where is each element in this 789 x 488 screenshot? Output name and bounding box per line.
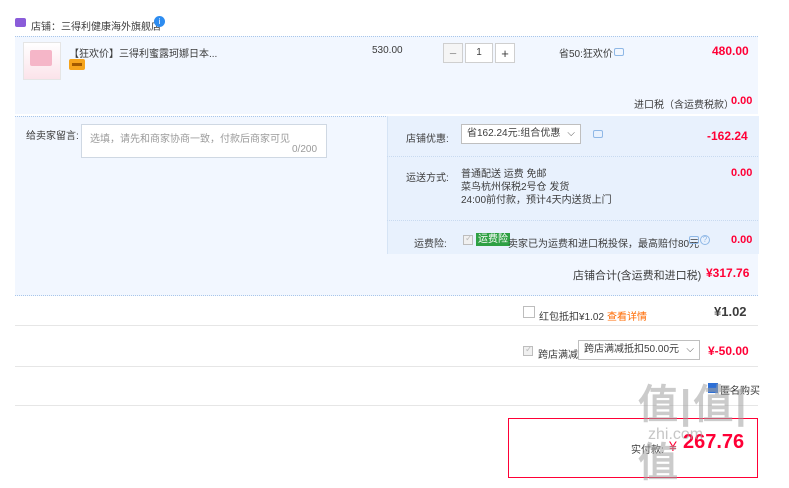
divider: [387, 220, 758, 221]
card-icon: [69, 59, 85, 70]
decrease-button[interactable]: −: [443, 43, 463, 63]
shipping-label: 运送方式:: [406, 173, 449, 184]
insurance-tag: 运费险: [476, 233, 510, 246]
insurance-desc: 卖家已为运费和进口税投保，最高赔付80元: [508, 239, 700, 250]
cross-store-label: 跨店满减: [538, 350, 578, 361]
shipping-details: 普通配送 运费 免邮 菜鸟杭州保税2号仓 发货 24:00前付款，预计4天内送货…: [461, 168, 612, 207]
redpack-label: 红包抵扣¥1.02: [539, 312, 605, 323]
shipping-value: 0.00: [731, 167, 753, 179]
shop-name[interactable]: 店铺：三得利健康海外旗舰店: [31, 18, 161, 33]
view-details-link[interactable]: 查看详情: [607, 308, 647, 323]
chat-icon[interactable]: [593, 130, 603, 138]
shop-subtotal-value: ¥317.76: [706, 266, 750, 280]
shop-icon: [15, 18, 26, 27]
help-icon[interactable]: ?: [700, 235, 710, 245]
shop-promo-label: 店铺优惠:: [406, 134, 449, 145]
cross-store-selected: 跨店满减抵扣50.00元: [584, 344, 680, 355]
shop-subtotal-label: 店铺合计(含运费和进口税): [573, 270, 702, 282]
watermark-site: zhi.com: [648, 426, 704, 443]
cross-store-select[interactable]: 跨店满减抵扣50.00元 ⌵: [578, 340, 700, 360]
shop-promo-select[interactable]: 省162.24元:组合优惠 ⌵: [461, 124, 581, 144]
shipping-method: 普通配送 运费 免邮: [461, 169, 547, 180]
chat-icon[interactable]: [689, 236, 699, 244]
discount-note: 省50:狂欢价: [559, 49, 613, 60]
chevron-down-icon: ⌵: [686, 344, 694, 355]
cross-store-value: ¥-50.00: [708, 344, 749, 358]
chat-icon[interactable]: [614, 48, 624, 56]
cross-store-checkbox[interactable]: [523, 344, 533, 356]
redpack-value: ¥1.02: [714, 304, 747, 319]
message-label: 给卖家留言:: [26, 131, 79, 142]
divider: [387, 156, 758, 157]
shop-promo-selected: 省162.24元:组合优惠: [467, 128, 561, 139]
quantity-input[interactable]: 1: [465, 43, 493, 63]
message-placeholder: 选填，请先和商家协商一致，付款后商家可见: [90, 134, 290, 145]
item-total: 480.00: [712, 44, 749, 58]
increase-button[interactable]: +: [495, 43, 515, 63]
item-title[interactable]: 【狂欢价】三得利蜜露珂娜日本...: [69, 45, 217, 60]
divider: [15, 366, 758, 367]
unit-price: 530.00: [372, 45, 403, 56]
redpack-checkbox[interactable]: [523, 306, 535, 318]
shop-promo-value: -162.24: [707, 129, 748, 143]
insurance-label: 运费险:: [414, 239, 447, 250]
message-char-count: 0/200: [292, 144, 318, 155]
info-badge-icon[interactable]: i: [154, 16, 165, 27]
chevron-down-icon: ⌵: [567, 128, 575, 139]
insurance-value: 0.00: [731, 234, 753, 246]
shipping-warehouse: 菜鸟杭州保税2号仓 发货: [461, 182, 570, 193]
tax-label: 进口税（含运费税款）: [634, 100, 734, 111]
tax-value: 0.00: [731, 95, 753, 107]
divider: [15, 325, 758, 326]
shipping-eta: 24:00前付款，预计4天内送货上门: [461, 195, 612, 206]
product-image: [30, 50, 52, 66]
insurance-checkbox[interactable]: [463, 233, 473, 245]
